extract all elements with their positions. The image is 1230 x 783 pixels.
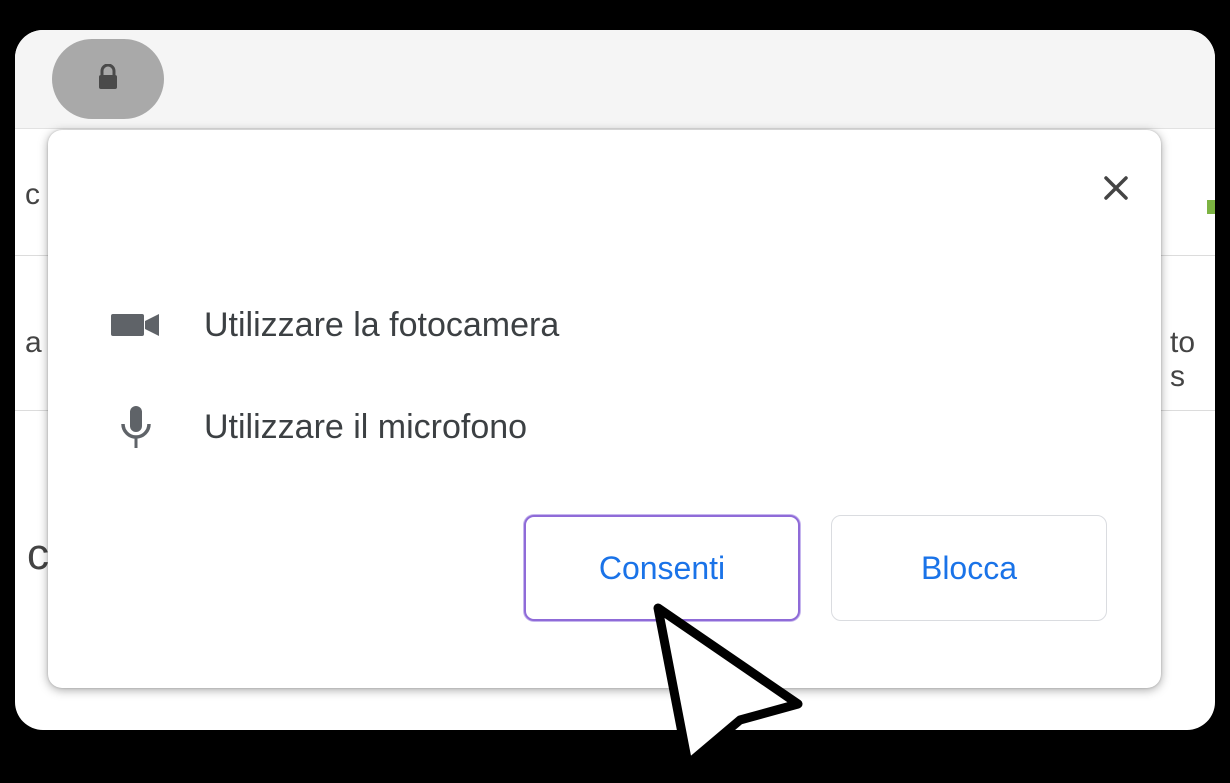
background-text: c	[27, 530, 49, 579]
close-icon	[1103, 175, 1129, 206]
site-info-button[interactable]	[52, 39, 164, 119]
permission-camera: Utilizzare la fotocamera	[110, 300, 559, 350]
lock-icon	[97, 63, 119, 95]
video-camera-icon	[110, 300, 162, 350]
background-text: c	[25, 178, 40, 211]
background-text: to s	[1170, 326, 1196, 393]
background-text: a	[25, 326, 42, 359]
permission-prompt: Utilizzare la fotocamera Utilizzare il m…	[48, 130, 1161, 688]
block-button[interactable]: Blocca	[831, 515, 1107, 621]
mouse-cursor-icon	[648, 602, 808, 777]
microphone-icon	[110, 402, 162, 452]
background-mark	[1207, 200, 1215, 214]
close-button[interactable]	[1096, 170, 1136, 210]
permission-label: Utilizzare il microfono	[204, 407, 528, 446]
permission-label: Utilizzare la fotocamera	[204, 305, 560, 344]
permission-microphone: Utilizzare il microfono	[110, 402, 527, 452]
browser-window: c a c to s Utilizzare la fotocamera Util…	[15, 30, 1215, 730]
address-bar	[15, 30, 1215, 129]
